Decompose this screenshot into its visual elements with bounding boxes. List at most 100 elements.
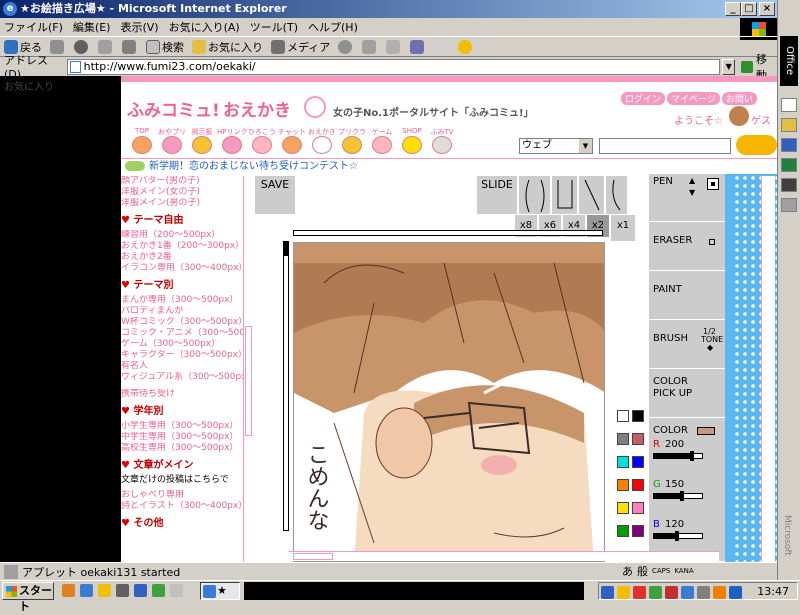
palette-swatch[interactable] xyxy=(632,525,644,537)
messenger-button[interactable] xyxy=(458,39,474,54)
sidebar-link[interactable]: ヴィジュアル系（300〜500px） xyxy=(121,372,253,383)
horizontal-scroll-ruler[interactable] xyxy=(293,230,603,236)
contact-link[interactable]: お問い xyxy=(721,92,757,105)
palette-swatch[interactable] xyxy=(632,410,644,422)
stroke-shape-curve-1[interactable] xyxy=(518,176,550,214)
ie-icon[interactable] xyxy=(80,584,93,597)
menu-help[interactable]: ヘルプ(H) xyxy=(308,19,358,35)
zoom-x1[interactable]: x1 xyxy=(611,215,635,241)
search-type-select[interactable]: ウェブ ▼ xyxy=(519,138,593,154)
nav-item[interactable]: プリクラ xyxy=(337,127,367,157)
menu-file[interactable]: ファイル(F) xyxy=(4,19,63,35)
nav-item[interactable]: おえかき xyxy=(307,127,337,157)
sidebar-link[interactable]: 高校生専用（300〜500px） xyxy=(121,443,253,454)
red-slider-knob[interactable] xyxy=(689,451,694,461)
taskbar-ie-window[interactable]: ★ xyxy=(200,582,240,600)
office-folder-icon[interactable] xyxy=(781,118,797,132)
nav-item[interactable]: チャット xyxy=(277,127,307,157)
blue-slider[interactable] xyxy=(653,531,703,541)
office-doc-icon[interactable] xyxy=(781,98,797,112)
minimize-button[interactable]: _ xyxy=(725,2,741,16)
office-access-icon[interactable] xyxy=(781,178,797,192)
stroke-shape-bracket[interactable] xyxy=(551,176,577,214)
discuss-button[interactable] xyxy=(434,39,450,54)
sidebar-link[interactable]: パロディまんが xyxy=(121,306,253,317)
red-slider[interactable] xyxy=(653,451,703,461)
edit-button[interactable] xyxy=(410,39,426,54)
tray-icon[interactable] xyxy=(713,586,726,599)
nav-item[interactable]: 掲示板 xyxy=(187,127,217,157)
office-misc-icon[interactable] xyxy=(781,198,797,212)
sidebar-link[interactable]: 洋服メイン(女の子) xyxy=(121,187,253,198)
start-button[interactable]: スタート xyxy=(2,582,54,613)
palette-swatch[interactable] xyxy=(632,502,644,514)
palette-swatch[interactable] xyxy=(617,479,629,491)
sidebar-link[interactable]: おえかき2番 xyxy=(121,252,253,263)
green-slider-knob[interactable] xyxy=(680,491,685,501)
media-button[interactable]: メディア xyxy=(271,39,330,55)
tray-icon[interactable] xyxy=(601,586,614,599)
paint-tool[interactable]: PAINT xyxy=(649,272,727,320)
palette-swatch[interactable] xyxy=(617,525,629,537)
menu-edit[interactable]: 編集(E) xyxy=(73,19,111,35)
tray-icon[interactable] xyxy=(617,586,630,599)
nav-item[interactable]: おやプリ xyxy=(157,127,187,157)
address-input[interactable]: http://www.fumi23.com/oekaki/ xyxy=(66,58,720,75)
sidebar-link[interactable]: イラコン専用（300〜400px） xyxy=(121,263,253,274)
login-link[interactable]: ログイン xyxy=(621,92,666,105)
tray-icon[interactable] xyxy=(633,586,646,599)
palette-swatch[interactable] xyxy=(617,456,629,468)
pen-tool[interactable]: PEN ▲ ▼ xyxy=(649,174,727,222)
address-dropdown[interactable]: ▼ xyxy=(721,58,736,75)
vertical-scroll-ruler[interactable] xyxy=(283,241,289,531)
nav-item[interactable]: ひろこう xyxy=(247,127,277,157)
nav-item[interactable]: HPリンク xyxy=(217,127,248,157)
menu-favorites[interactable]: お気に入り(A) xyxy=(169,19,240,35)
maximize-button[interactable]: □ xyxy=(741,2,757,16)
refresh-button[interactable] xyxy=(98,39,114,54)
sidebar-link[interactable]: 中学生専用（300〜500px） xyxy=(121,432,253,443)
stroke-shape-diagonal[interactable] xyxy=(578,176,604,214)
office-excel-icon[interactable] xyxy=(781,158,797,172)
ime-mode[interactable]: あ xyxy=(622,563,633,579)
announcement-bar[interactable]: 新学期！恋のおまじない待ち受けコンテスト☆ xyxy=(121,158,777,174)
office-word-icon[interactable] xyxy=(781,138,797,152)
nav-item[interactable]: TOP xyxy=(127,127,157,157)
nav-item[interactable]: ふみTV xyxy=(427,127,457,157)
scrollbar-thumb[interactable] xyxy=(245,326,252,436)
palette-swatch[interactable] xyxy=(632,433,644,445)
quicklaunch-icon[interactable] xyxy=(116,584,129,597)
tray-icon[interactable] xyxy=(697,586,710,599)
nav-item[interactable]: SHOP xyxy=(397,127,427,157)
mail-button[interactable] xyxy=(362,39,378,54)
close-button[interactable]: × xyxy=(759,2,775,16)
sidebar-link[interactable]: 練習用（200〜500px） xyxy=(121,230,253,241)
ime-kana[interactable]: KANA xyxy=(674,567,693,575)
sidebar-link[interactable]: 携帯待ち受け xyxy=(121,389,253,400)
sidebar-link[interactable]: ゲーム（300〜500px） xyxy=(121,339,253,350)
color-pickup-tool[interactable]: COLOR PICK UP xyxy=(649,370,727,418)
favorites-button[interactable]: お気に入り xyxy=(192,39,263,55)
sidebar-link[interactable]: 洋服メイン(男の子) xyxy=(121,198,253,209)
quicklaunch-icon[interactable] xyxy=(62,584,75,597)
palette-swatch[interactable] xyxy=(632,456,644,468)
pen-size-down[interactable]: ▼ xyxy=(689,188,695,197)
palette-swatch[interactable] xyxy=(617,433,629,445)
quicklaunch-icon[interactable] xyxy=(98,584,111,597)
quicklaunch-icon[interactable] xyxy=(152,584,165,597)
ime-caps[interactable]: CAPS xyxy=(652,567,670,575)
sidebar-link[interactable]: キャラクター（300〜500px） xyxy=(121,350,253,361)
brush-tool[interactable]: BRUSH 1/2 TONE ◆ xyxy=(649,321,727,369)
quicklaunch-icon[interactable] xyxy=(170,584,183,597)
sidebar-link[interactable]: おえかき1番（200〜300px） xyxy=(121,241,253,252)
menu-view[interactable]: 表示(V) xyxy=(120,19,158,35)
mypage-link[interactable]: マイページ xyxy=(667,92,720,105)
history-button[interactable] xyxy=(338,39,354,54)
sidebar-link[interactable]: コミック・アニメ（300〜500px） xyxy=(121,328,253,339)
sidebar-link[interactable]: 有名人 xyxy=(121,361,253,372)
sidebar-link[interactable]: 小学生専用（300〜500px） xyxy=(121,421,253,432)
sidebar-link[interactable]: 顔アバター(男の子) xyxy=(121,176,253,187)
tray-icon[interactable] xyxy=(681,586,694,599)
blue-slider-knob[interactable] xyxy=(674,531,679,541)
sidebar-link[interactable]: 詩とイラスト（300〜400px） xyxy=(121,501,253,512)
